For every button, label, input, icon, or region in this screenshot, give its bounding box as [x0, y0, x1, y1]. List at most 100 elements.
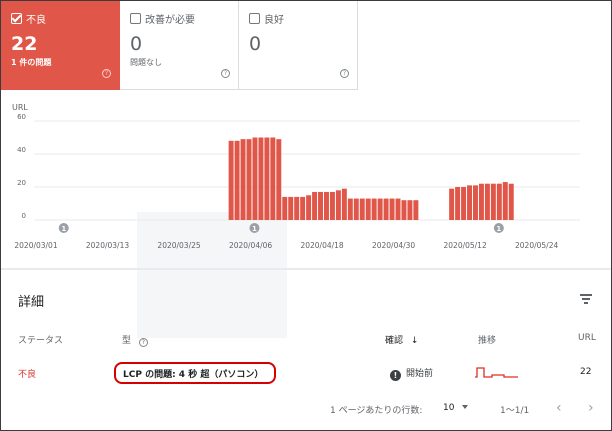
bar	[377, 198, 383, 220]
col-confirm-label: 確認	[385, 336, 404, 346]
row-confirm-label: 開始前	[406, 369, 434, 379]
row-trend-sparkline	[474, 365, 522, 384]
help-icon[interactable]: ?	[340, 69, 349, 78]
bar	[496, 183, 502, 220]
help-icon[interactable]: ?	[138, 338, 148, 347]
bar	[371, 198, 377, 220]
card-label: 不良	[26, 15, 46, 26]
card-count: 0	[130, 33, 143, 55]
bar	[246, 139, 252, 220]
x-tick-label: 2020/04/06	[229, 241, 272, 250]
bar	[353, 198, 359, 220]
checkbox-icon[interactable]	[130, 13, 141, 24]
bar	[264, 137, 270, 220]
bar	[324, 191, 329, 220]
bar	[461, 187, 467, 220]
next-page-icon[interactable]: ›	[588, 400, 594, 416]
bar	[401, 200, 407, 220]
filter-icon[interactable]	[580, 294, 592, 304]
sort-arrow-icon: ↓	[410, 336, 419, 346]
bar	[258, 137, 264, 220]
col-type-label: 型	[122, 336, 132, 346]
card-count: 22	[11, 33, 38, 55]
bar	[288, 196, 294, 220]
annotation-label: 1	[496, 225, 501, 233]
bar	[347, 198, 353, 220]
bar	[306, 195, 312, 220]
card-count: 0	[249, 33, 262, 55]
x-tick-label: 2020/03/13	[86, 241, 129, 250]
col-status[interactable]: ステータス	[18, 333, 63, 346]
card-label: 改善が必要	[145, 15, 195, 26]
help-icon[interactable]: ?	[221, 69, 230, 78]
table-header: ステータス 型 ? 確認 ↓ 推移 URL	[0, 333, 612, 347]
bar	[329, 191, 335, 220]
x-tick-label: 2020/05/24	[515, 241, 558, 250]
bar	[228, 140, 234, 220]
checkbox-icon[interactable]	[249, 13, 260, 24]
annotation-label: 1	[61, 225, 66, 233]
bar	[312, 191, 318, 220]
warning-icon: !	[390, 370, 401, 381]
url-chart: URL 60 40 20 0 1 1 1 2020/03/01 2020/03/13 2020/03…	[0, 92, 612, 262]
prev-page-icon[interactable]: ‹	[556, 400, 562, 416]
card-sub: 1 件の問題	[11, 58, 52, 67]
bar	[335, 190, 341, 220]
bar	[240, 139, 246, 220]
section-divider	[1, 268, 611, 270]
bar	[318, 191, 323, 220]
bar	[359, 198, 365, 220]
row-type[interactable]: LCP の問題: 4 秒 超（パソコン）	[114, 362, 276, 384]
bar	[395, 198, 401, 220]
page-range: 1〜1/1	[500, 406, 530, 416]
bar	[473, 185, 478, 220]
bar	[502, 182, 508, 220]
col-type[interactable]: 型 ?	[122, 333, 148, 347]
bar	[449, 188, 455, 220]
table-row[interactable]: 不良 LCP の問題: 4 秒 超（パソコン） ! 開始前 22	[0, 362, 612, 384]
pagination: 1 ページあたりの行数: 10 1〜1/1 ‹ ›	[0, 400, 612, 417]
x-tick-label: 2020/03/01	[14, 241, 57, 250]
row-url-count: 22	[580, 367, 592, 377]
card-label: 良好	[264, 15, 284, 26]
x-tick-label: 2020/04/30	[372, 241, 415, 250]
y-tick-label: 0	[22, 212, 26, 220]
bar	[276, 139, 282, 220]
bar	[389, 198, 395, 220]
bar	[270, 137, 276, 220]
rows-per-page-select[interactable]: 10	[443, 403, 469, 413]
col-confirm[interactable]: 確認 ↓	[385, 333, 418, 346]
annotation-label: 1	[252, 225, 257, 233]
bar	[467, 185, 472, 220]
bar	[407, 200, 413, 220]
x-tick-label: 2020/03/25	[157, 241, 200, 250]
chevron-down-icon	[462, 405, 469, 409]
row-confirm: ! 開始前	[390, 366, 433, 381]
bar	[282, 196, 288, 220]
bar	[294, 196, 300, 220]
bar	[484, 183, 490, 220]
x-tick-label: 2020/04/18	[300, 241, 343, 250]
details-title: 詳細	[18, 295, 45, 310]
card-poor[interactable]: 不良 22 1 件の問題 ?	[1, 1, 120, 90]
y-tick-label: 20	[17, 179, 26, 187]
bar	[413, 200, 419, 220]
rows-per-page-label: 1 ページあたりの行数:	[330, 406, 423, 416]
summary-cards: 不良 22 1 件の問題 ? 改善が必要 0 問題なし ? 良好 0 ?	[1, 1, 359, 90]
rows-per-page-value: 10	[443, 403, 455, 413]
y-tick-label: 60	[17, 113, 26, 121]
card-good[interactable]: 良好 0 ?	[239, 1, 358, 90]
bar	[365, 198, 371, 220]
col-url[interactable]: URL	[578, 333, 596, 343]
bar	[341, 188, 347, 220]
bar	[508, 183, 514, 220]
bar	[490, 183, 496, 220]
bar	[252, 137, 258, 220]
checkbox-checked-icon[interactable]	[11, 13, 22, 24]
help-icon[interactable]: ?	[102, 69, 111, 78]
x-tick-label: 2020/05/12	[444, 241, 487, 250]
bar	[455, 187, 461, 220]
card-needs-improvement[interactable]: 改善が必要 0 問題なし ?	[120, 1, 239, 90]
bar	[234, 140, 240, 220]
y-axis-label: URL	[12, 103, 28, 112]
